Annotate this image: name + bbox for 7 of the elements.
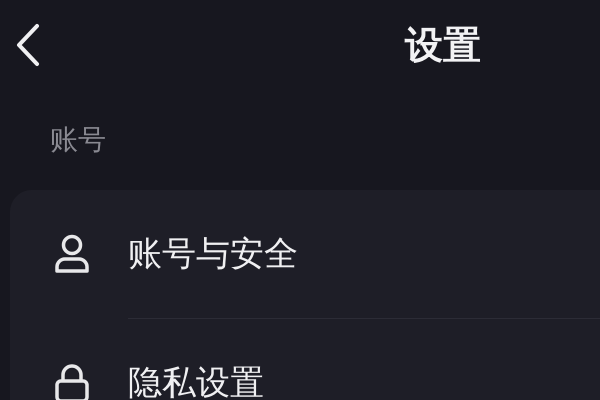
section-label: 账号 xyxy=(50,126,106,154)
settings-item[interactable]: 隐私设置 xyxy=(10,319,600,400)
lock-icon xyxy=(54,363,90,400)
page-title: 设置 xyxy=(405,26,481,64)
back-icon xyxy=(15,23,41,67)
settings-item[interactable]: 账号与安全 xyxy=(10,190,600,318)
person-icon xyxy=(54,234,90,274)
